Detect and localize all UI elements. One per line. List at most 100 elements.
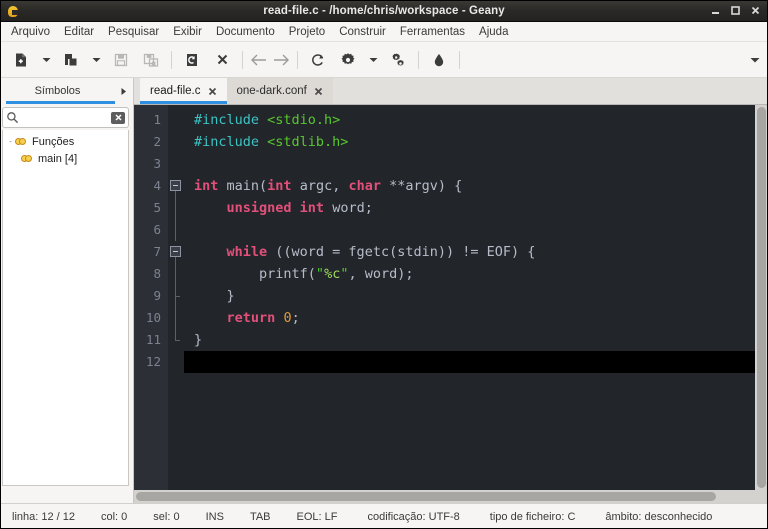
code-line[interactable]: } — [184, 285, 755, 307]
build-menu-chevron-down-icon[interactable] — [363, 46, 383, 74]
menu-projeto[interactable]: Projeto — [282, 24, 332, 40]
new-file-menu-chevron-down-icon[interactable] — [36, 46, 56, 74]
editor-horizontal-scrollbar[interactable] — [134, 490, 768, 503]
scrollbar-gutter-gap — [0, 490, 134, 503]
window-controls — [710, 5, 761, 16]
close-icon[interactable] — [750, 5, 761, 16]
code-line[interactable]: #include <stdlib.h> — [184, 131, 755, 153]
menu-pesquisar[interactable]: Pesquisar — [101, 24, 166, 40]
fold-cell[interactable] — [168, 285, 184, 307]
color-drop-icon[interactable] — [424, 46, 454, 74]
menubar: Arquivo Editar Pesquisar Exibir Document… — [0, 22, 768, 42]
editor-scroll-wrap: 1 2 3 4 5 6 7 8 9 10 11 12 #include <stdio.h> #inclu… — [134, 104, 768, 490]
fold-cell[interactable] — [168, 219, 184, 241]
scrollbar-thumb[interactable] — [136, 492, 716, 501]
code-token: **argv) { — [380, 178, 463, 194]
gear-run-icon[interactable] — [383, 46, 413, 74]
code-line[interactable]: } — [184, 329, 755, 351]
code-area[interactable]: 1 2 3 4 5 6 7 8 9 10 11 12 #include <stdio.h> #inclu… — [134, 105, 755, 490]
clear-icon[interactable] — [111, 111, 125, 124]
code-token: %c — [324, 266, 341, 282]
close-x-icon[interactable] — [207, 46, 237, 74]
toolbar-overflow-chevron-down-icon[interactable] — [750, 51, 760, 69]
line-number: 5 — [153, 200, 161, 215]
tab-one-dark-conf[interactable]: one-dark.conf — [226, 78, 333, 104]
fold-cell[interactable] — [168, 329, 184, 351]
compile-refresh-icon[interactable] — [303, 46, 333, 74]
line-number-gutter: 1 2 3 4 5 6 7 8 9 10 11 12 — [134, 105, 168, 490]
open-folder-icon[interactable] — [56, 46, 86, 74]
fold-cell[interactable] — [168, 351, 184, 373]
sidebar-tab-simbolos[interactable]: Símbolos — [0, 78, 115, 104]
geany-icon — [6, 4, 20, 18]
code-token: int — [194, 178, 219, 194]
line-number: 9 — [153, 288, 161, 303]
arrow-left-icon[interactable] — [248, 46, 270, 74]
status-filetype: tipo de ficheiro: C — [489, 510, 576, 523]
code-line[interactable]: unsigned int word; — [184, 197, 755, 219]
fold-margin[interactable] — [168, 105, 184, 490]
code-line[interactable]: int main(int argc, char **argv) { — [184, 175, 755, 197]
code-token: char — [348, 178, 381, 194]
titlebar: read-file.c - /home/chris/workspace - Ge… — [0, 0, 768, 22]
fold-collapse-icon[interactable] — [170, 246, 181, 257]
tree-item-main[interactable]: main [4] — [3, 150, 128, 167]
tab-read-file-c[interactable]: read-file.c — [140, 78, 227, 104]
symbol-search-box[interactable] — [2, 107, 129, 128]
code-token: 0 — [283, 310, 292, 326]
code-line[interactable]: #include <stdio.h> — [184, 109, 755, 131]
arrow-right-icon[interactable] — [270, 46, 292, 74]
code-token: , word); — [348, 266, 414, 282]
scrollbar-thumb[interactable] — [757, 107, 766, 488]
menu-ferramentas[interactable]: Ferramentas — [393, 24, 472, 40]
fold-cell[interactable] — [168, 263, 184, 285]
fold-cell[interactable] — [168, 175, 184, 197]
toolbar-separator — [171, 50, 172, 69]
search-input[interactable] — [19, 111, 111, 124]
line-number: 3 — [153, 156, 161, 171]
code-line[interactable] — [184, 351, 755, 373]
minimize-icon[interactable] — [710, 5, 721, 16]
fold-cell[interactable] — [168, 109, 184, 131]
status-sel: sel: 0 — [153, 510, 180, 523]
fold-cell[interactable] — [168, 153, 184, 175]
open-recent-menu-chevron-down-icon[interactable] — [86, 46, 106, 74]
chevron-right-icon[interactable] — [115, 78, 133, 104]
fold-cell[interactable] — [168, 307, 184, 329]
code-line[interactable]: printf("%c", word); — [184, 263, 755, 285]
close-x-icon[interactable] — [314, 87, 323, 96]
menu-arquivo[interactable]: Arquivo — [4, 24, 57, 40]
symbols-tree[interactable]: - Funções main [4] — [2, 130, 129, 486]
menu-ajuda[interactable]: Ajuda — [472, 24, 515, 40]
save-all-icon[interactable] — [136, 46, 166, 74]
fold-cell[interactable] — [168, 197, 184, 219]
code-line[interactable] — [184, 153, 755, 175]
fold-cell[interactable] — [168, 131, 184, 153]
fold-collapse-icon[interactable] — [170, 180, 181, 191]
code-token: ; — [291, 310, 300, 326]
tree-item-funcoes[interactable]: - Funções — [3, 133, 128, 150]
line-number: 12 — [145, 354, 161, 369]
menu-editar[interactable]: Editar — [57, 24, 101, 40]
editor-vertical-scrollbar[interactable] — [755, 105, 768, 490]
code-token: main( — [218, 178, 268, 194]
new-file-icon[interactable] — [6, 46, 36, 74]
menu-documento[interactable]: Documento — [209, 24, 282, 40]
code-line[interactable] — [184, 219, 755, 241]
revert-icon[interactable] — [177, 46, 207, 74]
gear-icon[interactable] — [333, 46, 363, 74]
sidebar: Símbolos - Funções main [4] — [0, 78, 134, 490]
close-x-icon[interactable] — [208, 87, 217, 96]
tree-item-label: Funções — [32, 135, 75, 148]
menu-exibir[interactable]: Exibir — [166, 24, 209, 40]
save-icon[interactable] — [106, 46, 136, 74]
toolbar-separator — [242, 50, 243, 69]
menu-construir[interactable]: Construir — [332, 24, 393, 40]
expander-icon[interactable]: - — [6, 137, 15, 146]
maximize-icon[interactable] — [730, 5, 741, 16]
code-line[interactable]: return 0; — [184, 307, 755, 329]
code-line[interactable]: while ((word = fgetc(stdin)) != EOF) { — [184, 241, 755, 263]
fold-cell[interactable] — [168, 241, 184, 263]
code-text[interactable]: #include <stdio.h> #include <stdlib.h> in… — [184, 105, 755, 490]
status-line: linha: 12 / 12 — [12, 510, 75, 523]
